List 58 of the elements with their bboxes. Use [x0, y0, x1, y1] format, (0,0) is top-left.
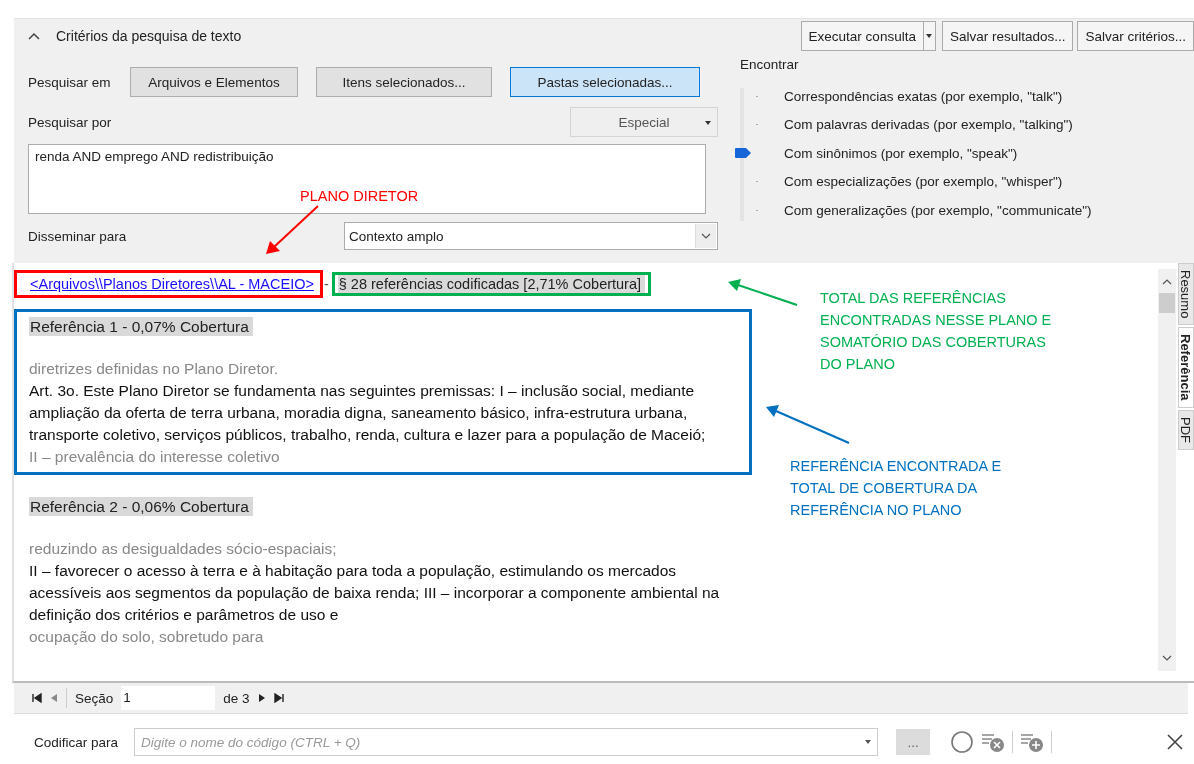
scope-button[interactable]: Pastas selecionadas... — [510, 67, 700, 97]
side-tab[interactable]: Resumo — [1178, 263, 1194, 326]
field-label: Encontrar — [740, 57, 800, 72]
separator-text: - — [323, 276, 329, 292]
match-option[interactable]: Com especializações (por exemplo, "whisper") — [784, 174, 1063, 190]
close-icon[interactable] — [1166, 733, 1184, 751]
special-dropdown[interactable]: Especial — [570, 107, 718, 137]
caret-icon[interactable] — [865, 740, 872, 744]
caret-icon — [926, 34, 933, 38]
field-label: Pesquisar em — [28, 74, 112, 90]
context-text: ocupação do solo, sobretudo para — [29, 627, 265, 647]
scroll-up-icon[interactable] — [1162, 279, 1172, 285]
match-option[interactable]: Correspondências exatas (por exemplo, "talk") — [784, 88, 1063, 104]
field-label: Disseminar para — [28, 228, 128, 244]
section-total: de 3 — [223, 690, 250, 706]
action-button[interactable]: Salvar critérios... — [1077, 21, 1194, 51]
reference-heading: Referência 2 - 0,06% Cobertura — [29, 497, 253, 516]
summary-text: § 28 referências codificadas [2,71% Cobertura] — [337, 275, 646, 293]
last-page-icon[interactable] — [273, 693, 284, 703]
field-label: Pesquisar por — [28, 114, 113, 130]
annotation-arrow — [266, 205, 319, 254]
scrollbar[interactable] — [1158, 269, 1176, 671]
section-field[interactable]: 1 — [121, 686, 216, 710]
browse-button[interactable]: ... — [896, 729, 931, 755]
field-label: Codificar para — [34, 734, 119, 750]
run-query-button[interactable]: Executar consulta — [800, 21, 924, 51]
context-text: reduzindo as desigualdades sócio-espaciais; — [29, 539, 338, 559]
annotation-text: REFERÊNCIA ENCONTRADA E TOTAL DE COBERTURA DA REFERÊNCIA NO PLANO — [790, 457, 1003, 520]
scroll-down-icon[interactable] — [1162, 655, 1172, 661]
side-tab[interactable]: Referência — [1178, 327, 1194, 408]
slider-thumb[interactable] — [735, 148, 751, 159]
collapse-chevron-icon[interactable] — [28, 32, 40, 40]
next-icon[interactable] — [257, 693, 266, 703]
side-tab[interactable]: PDF — [1178, 409, 1194, 450]
action-button[interactable]: Salvar resultados... — [941, 21, 1074, 51]
match-option[interactable]: Com generalizações (por exemplo, "communicate") — [784, 202, 1092, 218]
section-label: Seção — [75, 690, 114, 706]
annotation-text: PLANO DIRETOR — [300, 187, 419, 206]
reference-heading: Referência 1 - 0,07% Cobertura — [29, 317, 253, 336]
context-text: II – prevalência do interesse coletivo — [29, 447, 281, 467]
first-page-icon[interactable] — [32, 693, 42, 703]
scroll-thumb[interactable] — [1159, 293, 1175, 313]
spread-dropdown[interactable]: Contexto amplo — [344, 222, 718, 250]
matched-text: Art. 3o. Este Plano Diretor se fundamenta nas seguintes premissas: I – inclusão social, mediante ampliação da oferta de terra urbana, moradia digna, saneamento básico, infra-estrutura urbana, transporte coletivo, serviços públicos, trabalho, renda, cultura e lazer para a população de Maceió; — [29, 381, 707, 445]
annotation-arrow — [728, 279, 798, 306]
circle-icon[interactable] — [950, 730, 975, 754]
chevron-down-icon[interactable] — [701, 233, 711, 239]
section-title: Critérios da pesquisa de texto — [56, 28, 242, 44]
match-option[interactable]: Com palavras derivadas (por exemplo, "talking") — [784, 117, 1073, 133]
context-text: diretrizes definidas no Plano Diretor. — [29, 359, 279, 379]
scope-button[interactable]: Itens selecionados... — [316, 67, 492, 97]
annotation-text: TOTAL DAS REFERÊNCIAS ENCONTRADAS NESSE PLANO E SOMATÓRIO DAS COBERTURAS DO PLANO — [820, 289, 1053, 374]
match-option[interactable]: Com sinônimos (por exemplo, "speak") — [784, 145, 1018, 161]
scope-button[interactable]: Arquivos e Elementos — [130, 67, 298, 97]
matched-text: II – favorecer o acesso à terra e à habitação para toda a população, estimulando os mercados acessíveis aos segmentos da população de baixa renda; III – incorporar a componente ambiental na definição dos critérios e parâmetros de uso e — [29, 561, 721, 625]
source-link[interactable]: <Arquivos\\Planos Diretores\\AL - MACEIO> — [16, 272, 321, 296]
previous-icon[interactable] — [50, 693, 58, 703]
caret-icon — [705, 121, 711, 125]
